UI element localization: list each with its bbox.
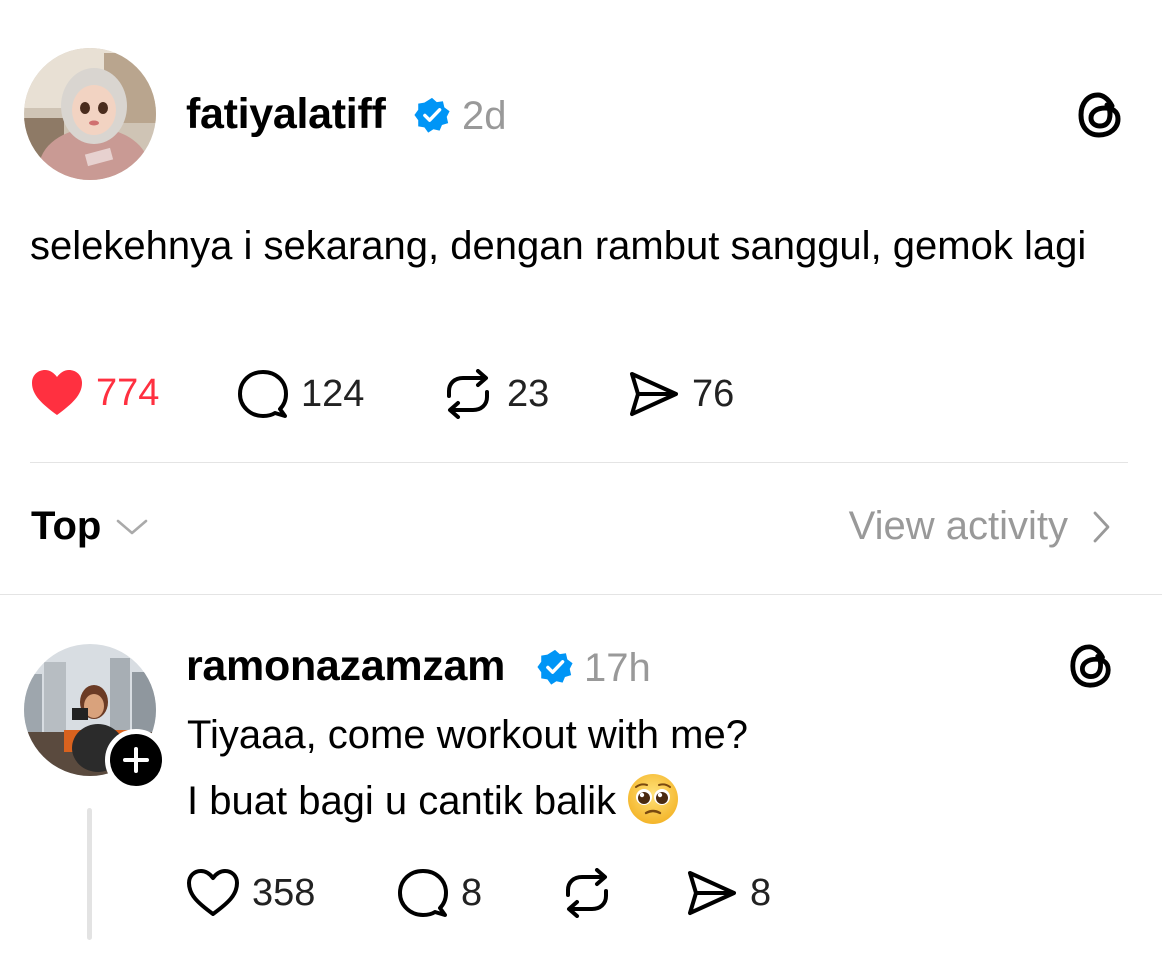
main-post: fatiyalatiff 2d selekehnya i sekarang, d… [0, 0, 1162, 462]
avatar-cartoon-girl-hijab [24, 48, 156, 180]
pleading-face-emoji [628, 774, 679, 825]
reply-comment-count: 8 [461, 871, 483, 914]
heart-filled-icon [32, 370, 82, 415]
repost-icon [447, 369, 489, 419]
view-activity-label: View activity [848, 504, 1068, 548]
view-activity-link[interactable]: View activity [849, 504, 1112, 549]
reply-body-text: Tiyaaa, come workout with me? I buat bag… [187, 702, 1087, 834]
reply-repost-button[interactable] [560, 868, 626, 918]
comment-count: 124 [301, 372, 365, 415]
plus-icon [123, 747, 149, 773]
reply-line-1: Tiyaaa, come workout with me? [187, 713, 748, 757]
reply-like-button[interactable]: 358 [186, 868, 315, 918]
threads-logo-icon[interactable] [1076, 90, 1124, 140]
verified-badge-icon [537, 649, 573, 685]
threads-logo-icon[interactable] [1068, 642, 1114, 690]
share-count: 76 [692, 372, 735, 415]
comment-button[interactable]: 124 [237, 369, 364, 419]
like-count: 774 [96, 371, 160, 414]
sort-label: Top [31, 504, 102, 548]
reply-share-count: 8 [750, 871, 772, 914]
chevron-down-icon [117, 519, 148, 534]
repost-icon [566, 868, 608, 918]
send-icon [688, 871, 736, 915]
send-icon [630, 372, 678, 416]
chevron-right-icon [1093, 511, 1110, 542]
reply-line-2: I buat bagi u cantik balik [187, 768, 1087, 834]
reply-share-button[interactable]: 8 [686, 868, 771, 918]
reply-username[interactable]: ramonazamzam [186, 642, 505, 691]
post-timestamp: 2d [462, 94, 507, 138]
reply-comment-button[interactable]: 8 [397, 868, 482, 918]
repost-count: 23 [507, 372, 550, 415]
repost-button[interactable]: 23 [441, 369, 549, 419]
post-body-text: selekehnya i sekarang, dengan rambut san… [30, 224, 1087, 268]
comment-bubble-icon [238, 370, 288, 418]
heart-outline-icon [187, 869, 239, 916]
reply-like-count: 358 [252, 871, 316, 914]
section-divider [0, 594, 1162, 595]
post-username[interactable]: fatiyalatiff [186, 90, 386, 139]
like-button[interactable]: 774 [30, 368, 159, 418]
section-divider [30, 462, 1128, 463]
verified-badge-icon [414, 97, 450, 133]
follow-plus-button[interactable] [105, 729, 167, 791]
comment-bubble-icon [398, 869, 448, 917]
thread-connector-line [87, 808, 92, 940]
sort-dropdown[interactable]: Top [31, 504, 149, 549]
post-author-avatar[interactable] [24, 48, 156, 180]
share-button[interactable]: 76 [628, 369, 734, 419]
reply-timestamp: 17h [584, 646, 651, 690]
reply-line-2-text: I buat bagi u cantik balik [187, 779, 617, 823]
